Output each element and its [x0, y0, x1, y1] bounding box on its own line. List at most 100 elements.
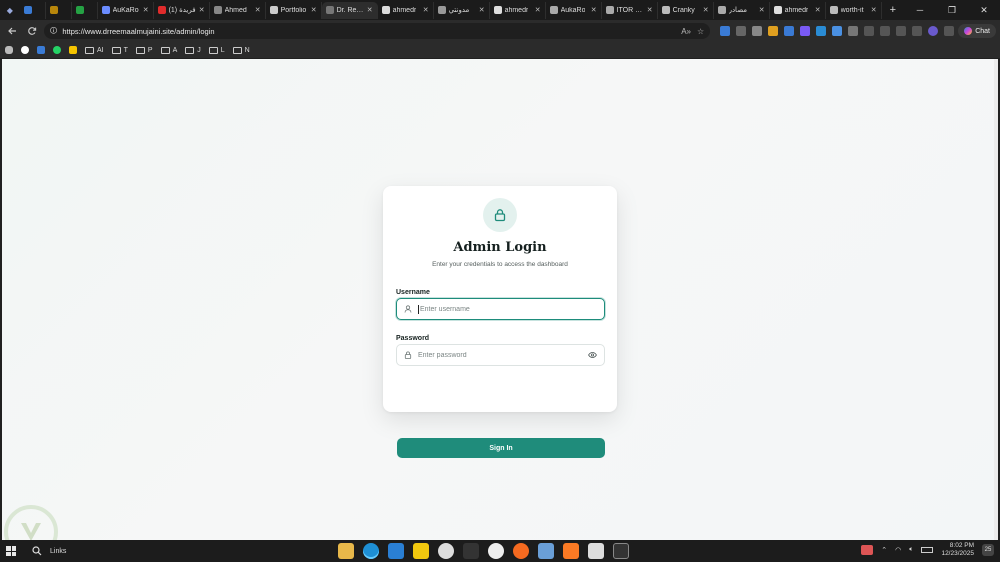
read-aloud-icon[interactable]: A»	[681, 27, 691, 36]
browser-tab[interactable]: (1) فريدة ✕	[154, 1, 210, 19]
extension-icon[interactable]	[816, 26, 827, 36]
extension-icon[interactable]	[768, 26, 779, 36]
extension-icon[interactable]	[784, 26, 795, 36]
tab-close-icon[interactable]: ✕	[647, 6, 653, 14]
vscode-icon[interactable]	[388, 543, 404, 559]
extension-icon[interactable]	[800, 26, 811, 36]
collections-icon[interactable]	[880, 26, 891, 36]
browser-tab[interactable]: ahmedr ✕	[378, 1, 434, 19]
browser-tab[interactable]: ahmedr ✕	[770, 1, 826, 19]
browser-tab[interactable]: مدونتي ✕	[434, 1, 490, 19]
bookmark-folder[interactable]: N	[232, 46, 250, 54]
page-scrollbar[interactable]	[994, 59, 998, 540]
username-input[interactable]	[420, 305, 597, 313]
password-field[interactable]	[396, 344, 605, 366]
bookmark-folder[interactable]: L	[208, 46, 225, 54]
volume-icon[interactable]: 🔈︎	[909, 546, 913, 554]
browser-tab[interactable]: ahmedr ✕	[490, 1, 546, 19]
extension-icon[interactable]	[848, 26, 859, 36]
tab-close-icon[interactable]: ✕	[311, 6, 317, 14]
browser-tab[interactable]: مصادر ✕	[714, 1, 770, 19]
extension-icon[interactable]	[736, 26, 747, 36]
extension-icon[interactable]	[832, 26, 843, 36]
new-tab-button[interactable]: +	[882, 4, 904, 16]
app-icon[interactable]	[513, 543, 529, 559]
terminal-icon[interactable]	[613, 543, 629, 559]
browser-tab[interactable]: worth-it ✕	[826, 1, 882, 19]
url-text: https://www.drreemaalmujaini.site/admin/…	[62, 26, 215, 36]
sign-in-button[interactable]: Sign In	[397, 438, 605, 458]
app-icon[interactable]	[588, 543, 604, 559]
wifi-icon[interactable]: ◠	[895, 546, 901, 554]
tab-close-icon[interactable]: ✕	[535, 6, 541, 14]
browser-tab[interactable]	[46, 1, 72, 19]
minimize-icon[interactable]: ─	[904, 0, 936, 20]
settings-more-icon[interactable]	[944, 26, 955, 36]
tab-close-icon[interactable]: ✕	[367, 6, 373, 14]
eye-icon[interactable]	[588, 346, 597, 364]
app-icon[interactable]	[463, 543, 479, 559]
clock-app-icon[interactable]	[438, 543, 454, 559]
tray-app-icon[interactable]	[861, 545, 874, 555]
browser-tab[interactable]	[72, 1, 98, 19]
tab-close-icon[interactable]: ✕	[143, 6, 149, 14]
browser-tab[interactable]: AuKaRo ✕	[98, 1, 154, 19]
downloads-icon[interactable]	[896, 26, 907, 36]
tab-close-icon[interactable]: ✕	[479, 6, 485, 14]
avatar[interactable]	[928, 26, 939, 36]
tab-actions-icon[interactable]: ◆	[0, 0, 20, 20]
windows-start-icon[interactable]	[6, 546, 16, 556]
taskbar-search[interactable]: Links	[32, 546, 66, 556]
extensions-puzzle-icon[interactable]	[912, 26, 923, 36]
back-icon[interactable]	[4, 23, 20, 39]
tab-close-icon[interactable]: ✕	[199, 6, 205, 14]
bookmark-folder[interactable]: A	[160, 46, 177, 54]
sticky-notes-icon[interactable]	[413, 543, 429, 559]
tab-close-icon[interactable]: ✕	[871, 6, 877, 14]
tab-close-icon[interactable]: ✕	[759, 6, 765, 14]
browser-tab[interactable]: Dr. Reem ✕	[321, 1, 378, 19]
tab-close-icon[interactable]: ✕	[815, 6, 821, 14]
bookmark-icon[interactable]	[37, 46, 45, 54]
notification-badge[interactable]: 25	[982, 544, 994, 556]
tab-close-icon[interactable]: ✕	[703, 6, 709, 14]
browser-tab[interactable]: AukaRo ✕	[546, 1, 602, 19]
xampp-icon[interactable]	[563, 543, 579, 559]
bookmark-folder[interactable]: J	[185, 46, 201, 54]
restore-icon[interactable]: ❐	[936, 0, 968, 20]
close-window-icon[interactable]: ✕	[968, 0, 1000, 20]
app-icon[interactable]	[488, 543, 504, 559]
file-explorer-icon[interactable]	[338, 543, 354, 559]
url-bar[interactable]: 🛈 https://www.drreemaalmujaini.site/admi…	[43, 23, 711, 39]
bookmark-folder[interactable]: T	[111, 46, 128, 54]
bookmark-google-icon[interactable]	[21, 46, 29, 54]
browser-tab[interactable]: Ahmed ✕	[210, 1, 266, 19]
refresh-icon[interactable]	[24, 23, 40, 39]
copilot-chat-button[interactable]: Chat	[958, 24, 996, 38]
username-field[interactable]	[396, 298, 605, 320]
tray-overflow-icon[interactable]: ⌃	[881, 546, 887, 554]
favorite-star-icon[interactable]: ☆	[697, 27, 704, 36]
bookmark-icon[interactable]	[69, 46, 77, 54]
bookmark-folder[interactable]: P	[135, 46, 153, 54]
browser-tab[interactable]: Portfolio ✕	[266, 1, 322, 19]
browser-tab[interactable]	[20, 1, 46, 19]
browser-tab[interactable]: ITOR - Li ✕	[602, 1, 658, 19]
bookmark-icon[interactable]	[5, 46, 13, 54]
favorites-icon[interactable]	[864, 26, 875, 36]
taskbar-clock[interactable]: 8:02 PM 12/23/2025	[941, 542, 974, 558]
app-icon[interactable]	[538, 543, 554, 559]
browser-tab[interactable]: Cranky ✕	[658, 1, 714, 19]
password-input[interactable]	[418, 351, 582, 359]
tab-close-icon[interactable]: ✕	[255, 6, 261, 14]
bookmark-whatsapp-icon[interactable]	[53, 46, 61, 54]
edge-browser-icon[interactable]	[363, 543, 379, 559]
site-info-icon[interactable]: 🛈	[50, 25, 58, 38]
bookmark-folder[interactable]: AI	[85, 46, 104, 54]
tab-close-icon[interactable]: ✕	[423, 6, 429, 14]
tab-close-icon[interactable]: ✕	[591, 6, 597, 14]
extension-icon[interactable]	[752, 26, 763, 36]
extension-icon[interactable]	[720, 26, 731, 36]
username-label: Username	[396, 289, 430, 296]
battery-icon[interactable]	[921, 547, 934, 553]
